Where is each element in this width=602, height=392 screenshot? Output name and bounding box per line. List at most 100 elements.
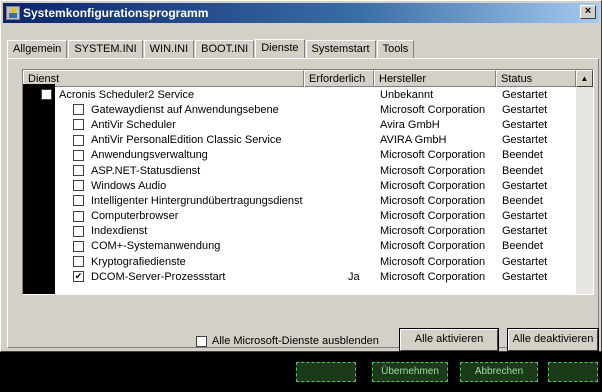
service-row[interactable]: Windows Audio Microsoft Corporation Gestar… bbox=[23, 178, 576, 193]
column-status[interactable]: Status bbox=[496, 70, 576, 87]
column-hersteller[interactable]: Hersteller bbox=[374, 70, 496, 87]
service-name: ASP.NET-Statusdienst bbox=[91, 164, 201, 177]
service-name-cell: ✔ DCOM-Server-Prozessstart bbox=[23, 271, 348, 283]
tab-win-ini[interactable]: WIN.INI bbox=[143, 40, 195, 58]
service-name: Computerbrowser bbox=[91, 210, 179, 223]
service-checkbox[interactable] bbox=[73, 149, 84, 161]
service-name-cell: Kryptografiedienste bbox=[23, 256, 348, 268]
service-name-cell: AntiVir Scheduler bbox=[23, 119, 348, 131]
arrow-up-icon[interactable]: ▲ bbox=[576, 70, 593, 87]
service-row[interactable]: Indexdienst Microsoft Corporation Gestarte… bbox=[23, 224, 576, 239]
column-erforderlich[interactable]: Erforderlich bbox=[304, 70, 374, 87]
service-checkbox[interactable] bbox=[73, 256, 84, 268]
enable-all-button[interactable]: Alle aktivieren bbox=[399, 328, 499, 352]
service-name-cell: ASP.NET-Statusdienst bbox=[23, 165, 348, 177]
bottom-button-strip: Übernehmen Abbrechen bbox=[0, 352, 602, 392]
service-status: Gestartet bbox=[502, 103, 548, 116]
service-row[interactable]: Computerbrowser Microsoft Corporation Gest… bbox=[23, 209, 576, 224]
tab-tools[interactable]: Tools bbox=[376, 40, 415, 58]
checkmark-icon[interactable]: ✔ bbox=[73, 271, 84, 283]
service-name-cell: COM+-Systemanwendung bbox=[23, 240, 348, 252]
service-status: Beendet bbox=[502, 194, 543, 207]
service-rows: Acronis Scheduler2 Service Unbekannt Gesta… bbox=[23, 87, 576, 284]
service-manufacturer: Microsoft Corporation bbox=[380, 179, 486, 192]
service-manufacturer: Unbekannt bbox=[380, 88, 434, 101]
service-manufacturer: Avira GmbH bbox=[380, 118, 440, 131]
tab-allgemein[interactable]: Allgemein bbox=[7, 40, 68, 58]
service-row[interactable]: Acronis Scheduler2 Service Unbekannt Gesta… bbox=[23, 87, 576, 102]
service-checkbox[interactable] bbox=[73, 119, 84, 131]
service-checkbox[interactable] bbox=[73, 240, 84, 252]
service-name: Anwendungsverwaltung bbox=[91, 149, 208, 162]
service-checkbox[interactable] bbox=[73, 225, 84, 237]
service-row[interactable]: Kryptografiedienste Microsoft Corporation… bbox=[23, 254, 576, 269]
service-name: Intelligenter Hintergrundübertragungsdie… bbox=[91, 194, 303, 207]
service-status: Beendet bbox=[502, 240, 543, 253]
close-button[interactable]: × bbox=[580, 5, 596, 19]
service-checkbox[interactable] bbox=[73, 134, 84, 146]
column-dienst[interactable]: Dienst bbox=[23, 70, 304, 87]
service-name: DCOM-Server-Prozessstart bbox=[91, 270, 226, 283]
disable-all-button[interactable]: Alle deaktivieren bbox=[507, 328, 599, 352]
service-name-cell: Acronis Scheduler2 Service bbox=[23, 89, 348, 101]
services-panel: Dienst Erforderlich Hersteller Status ▲ … bbox=[7, 58, 599, 352]
services-list[interactable]: Dienst Erforderlich Hersteller Status ▲ … bbox=[22, 69, 594, 295]
service-row[interactable]: ASP.NET-Statusdienst Microsoft Corporatio… bbox=[23, 163, 576, 178]
service-manufacturer: Microsoft Corporation bbox=[380, 149, 486, 162]
service-manufacturer: Microsoft Corporation bbox=[380, 270, 486, 283]
service-status: Gestartet bbox=[502, 225, 548, 238]
service-name: Indexdienst bbox=[91, 225, 148, 238]
service-name: Kryptografiedienste bbox=[91, 255, 186, 268]
service-row[interactable]: Gatewaydienst auf Anwendungsebene Microso… bbox=[23, 102, 576, 117]
column-header-row: Dienst Erforderlich Hersteller Status bbox=[23, 70, 576, 87]
service-name-cell: Gatewaydienst auf Anwendungsebene bbox=[23, 104, 348, 116]
hide-ms-services-option[interactable]: Alle Microsoft-Dienste ausblenden bbox=[196, 335, 379, 347]
tab-system-ini[interactable]: SYSTEM.INI bbox=[68, 40, 143, 58]
service-checkbox[interactable] bbox=[73, 180, 84, 192]
service-checkbox[interactable] bbox=[73, 165, 84, 177]
hide-ms-label: Alle Microsoft-Dienste ausblenden bbox=[212, 335, 379, 347]
service-name: AntiVir PersonalEdition Classic Service bbox=[91, 134, 282, 147]
service-status: Beendet bbox=[502, 164, 543, 177]
service-required: Ja bbox=[348, 270, 360, 283]
service-status: Gestartet bbox=[502, 255, 548, 268]
vertical-scrollbar[interactable]: ▲ bbox=[576, 70, 593, 294]
service-manufacturer: Microsoft Corporation bbox=[380, 240, 486, 253]
service-name-cell: Indexdienst bbox=[23, 225, 348, 237]
help-button[interactable] bbox=[548, 362, 598, 382]
service-checkbox[interactable] bbox=[73, 104, 84, 116]
service-row[interactable]: COM+-Systemanwendung Microsoft Corporatio… bbox=[23, 239, 576, 254]
service-manufacturer: Microsoft Corporation bbox=[380, 194, 486, 207]
service-status: Gestartet bbox=[502, 210, 548, 223]
service-checkbox[interactable] bbox=[73, 195, 84, 207]
service-manufacturer: AVIRA GmbH bbox=[380, 134, 447, 147]
hide-ms-checkbox[interactable] bbox=[196, 335, 207, 347]
service-row[interactable]: ✔ DCOM-Server-Prozessstart Ja Microsoft Cor… bbox=[23, 269, 576, 284]
ok-button[interactable] bbox=[296, 362, 356, 382]
window-title: Systemkonfigurationsprogramm bbox=[23, 6, 209, 20]
service-checkbox[interactable] bbox=[73, 210, 84, 222]
service-name-cell: Windows Audio bbox=[23, 180, 348, 192]
tab-systemstart[interactable]: Systemstart bbox=[305, 40, 376, 58]
service-row[interactable]: Anwendungsverwaltung Microsoft Corporatio… bbox=[23, 148, 576, 163]
service-status: Beendet bbox=[502, 149, 543, 162]
service-name: COM+-Systemanwendung bbox=[91, 240, 221, 253]
msconfig-window: Systemkonfigurationsprogramm × Allgemein… bbox=[0, 0, 602, 352]
service-row[interactable]: AntiVir PersonalEdition Classic Service A… bbox=[23, 133, 576, 148]
service-checkbox[interactable] bbox=[41, 89, 52, 101]
tab-boot-ini[interactable]: BOOT.INI bbox=[195, 40, 255, 58]
service-status: Gestartet bbox=[502, 270, 548, 283]
apply-button[interactable]: Übernehmen bbox=[372, 362, 448, 382]
service-name: Acronis Scheduler2 Service bbox=[59, 88, 195, 101]
service-manufacturer: Microsoft Corporation bbox=[380, 164, 486, 177]
service-manufacturer: Microsoft Corporation bbox=[380, 210, 486, 223]
service-manufacturer: Microsoft Corporation bbox=[380, 255, 486, 268]
title-bar: Systemkonfigurationsprogramm × bbox=[3, 3, 599, 23]
service-manufacturer: Microsoft Corporation bbox=[380, 225, 486, 238]
service-status: Gestartet bbox=[502, 118, 548, 131]
tab-dienste[interactable]: Dienste bbox=[255, 39, 305, 59]
service-manufacturer: Microsoft Corporation bbox=[380, 103, 486, 116]
service-row[interactable]: AntiVir Scheduler Avira GmbH Gestartet bbox=[23, 117, 576, 132]
service-row[interactable]: Intelligenter Hintergrundübertragungsdie… bbox=[23, 193, 576, 208]
cancel-button[interactable]: Abbrechen bbox=[460, 362, 538, 382]
